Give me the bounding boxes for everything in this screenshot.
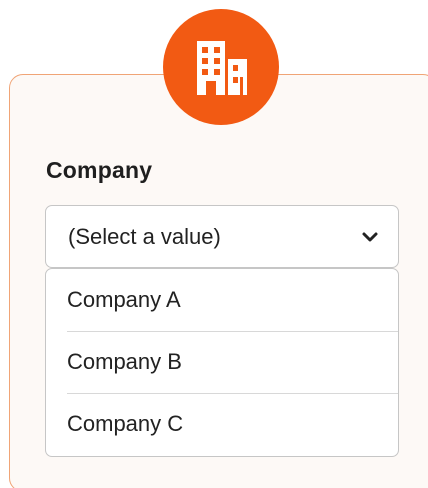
company-badge xyxy=(163,9,279,125)
chevron-down-icon[interactable] xyxy=(360,227,380,247)
option-company-b[interactable]: Company B xyxy=(46,331,398,393)
option-company-c[interactable]: Company C xyxy=(46,393,398,455)
company-options-list: Company A Company B Company C xyxy=(45,268,399,457)
company-select[interactable]: (Select a value) xyxy=(45,205,399,268)
option-company-a[interactable]: Company A xyxy=(46,269,398,331)
company-field-label: Company xyxy=(46,157,153,183)
company-picker-page: Company (Select a value) Company A Compa… xyxy=(0,0,428,488)
building-icon xyxy=(197,41,247,95)
selected-value: (Select a value) xyxy=(68,223,221,249)
